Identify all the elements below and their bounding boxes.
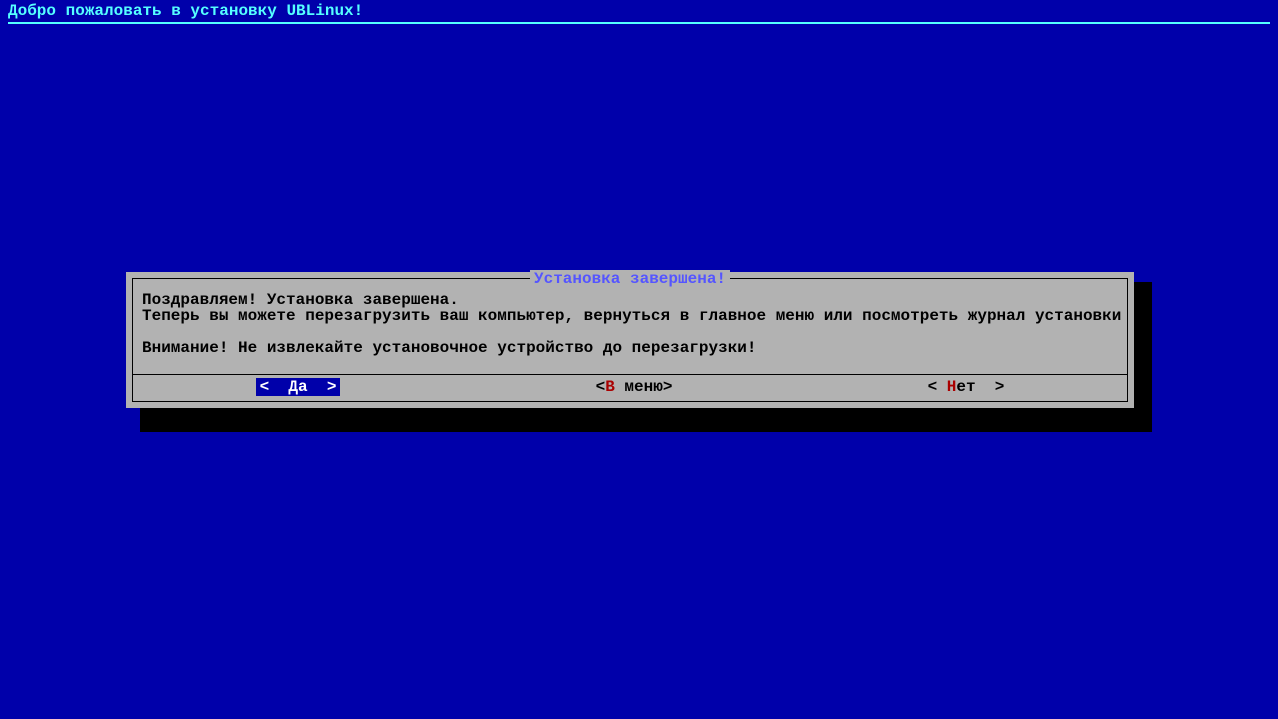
msg-line2: Теперь вы можете перезагрузить ваш компь… — [142, 307, 1121, 325]
dialog-message: Поздравляем! Установка завершена. Теперь… — [142, 292, 1118, 356]
page-title: Добро пожаловать в установку UBLinux! — [8, 2, 363, 20]
button-divider — [133, 374, 1127, 375]
msg-line3: Внимание! Не извлекайте установочное уст… — [142, 339, 757, 357]
button-row: < Да > <В меню> < Нет > — [128, 378, 1132, 396]
menu-button[interactable]: <В меню> — [596, 378, 673, 396]
yes-button[interactable]: < Да > — [256, 378, 341, 396]
no-button[interactable]: < Нет > — [928, 378, 1005, 396]
dialog-title: Установка завершена! — [530, 270, 730, 288]
install-complete-dialog: Установка завершена! Поздравляем! Устано… — [126, 272, 1134, 408]
installer-screen: Добро пожаловать в установку UBLinux! Ус… — [0, 0, 1278, 719]
header-divider — [8, 22, 1270, 24]
